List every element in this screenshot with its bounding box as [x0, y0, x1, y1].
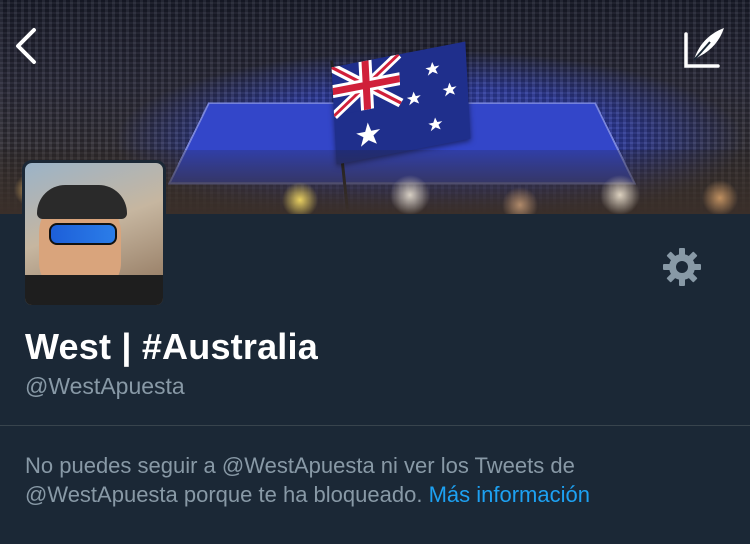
- learn-more-link[interactable]: Más información: [429, 482, 590, 507]
- blocked-notice: No puedes seguir a @WestApuesta ni ver l…: [25, 451, 725, 509]
- avatar-shirt: [25, 275, 163, 305]
- profile-display-name: West | #Australia: [25, 326, 318, 367]
- compose-tweet-button[interactable]: [680, 24, 730, 72]
- settings-button[interactable]: [661, 246, 703, 288]
- chevron-left-icon: [16, 28, 36, 64]
- avatar-cap: [37, 185, 127, 219]
- gear-icon: [663, 248, 701, 286]
- profile-handle: @WestApuesta: [25, 373, 185, 399]
- profile-avatar[interactable]: [22, 160, 166, 308]
- compose-tweet-icon: [684, 28, 724, 68]
- back-button[interactable]: [8, 24, 48, 68]
- avatar-sunglasses: [49, 223, 117, 245]
- section-divider: [0, 425, 750, 426]
